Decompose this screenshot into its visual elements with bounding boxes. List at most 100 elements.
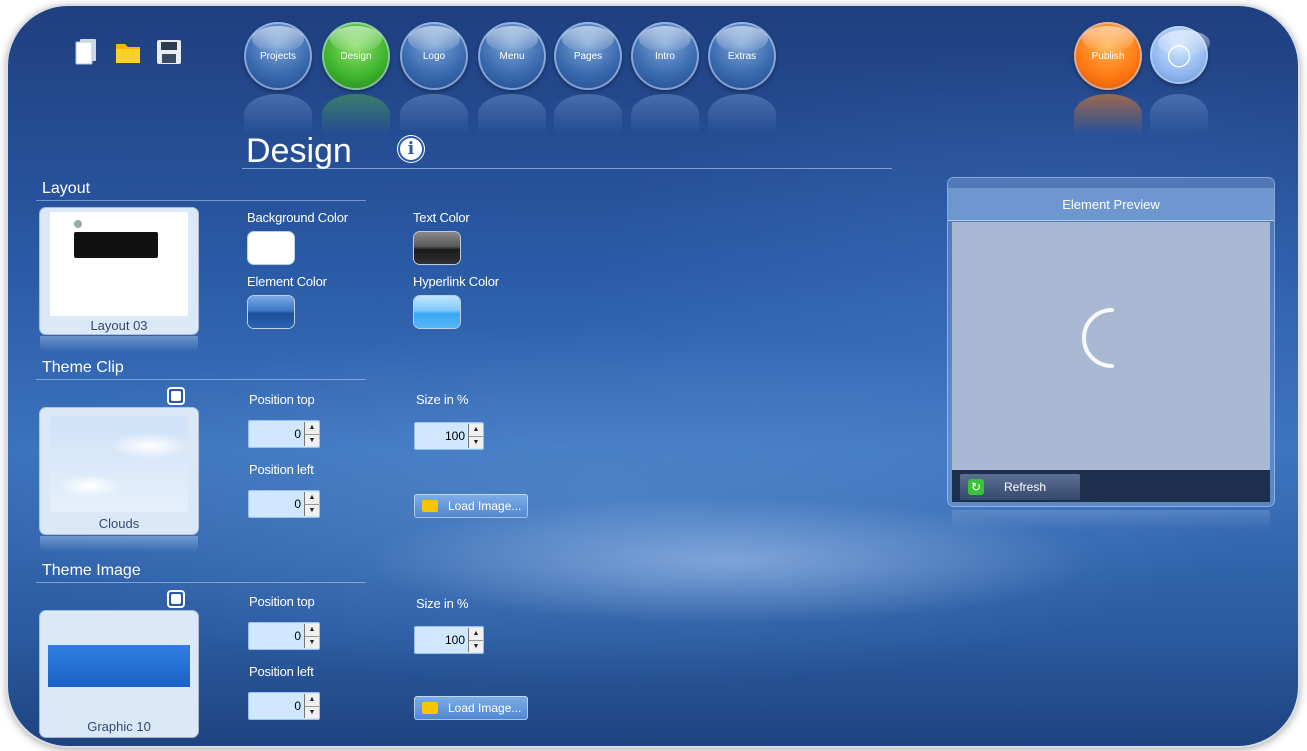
image-size-stepper[interactable]: 100 ▲ ▼ [414,626,484,654]
theme-image-checkbox[interactable] [167,590,185,608]
image-position-top-value: 0 [294,629,301,643]
nav-reflection [400,94,468,134]
nav-reflection [478,94,546,134]
clip-size-stepper[interactable]: 100 ▲ ▼ [414,422,484,450]
up-arrow-icon[interactable]: ▲ [469,628,483,641]
nav-extras-label: Extras [727,50,757,62]
page-title: Design [246,132,352,170]
image-position-top-label: Position top [249,594,315,609]
up-arrow-icon[interactable]: ▲ [305,694,319,707]
nav-projects-label: Projects [259,50,297,62]
loading-spinner-icon [1082,308,1114,368]
down-arrow-icon[interactable]: ▼ [305,707,319,719]
down-arrow-icon[interactable]: ▼ [305,505,319,517]
element-color-label: Element Color [247,274,327,289]
theme-image-section-title: Theme Image [42,562,141,579]
nav-reflection [244,94,312,134]
thumbnail-reflection [40,336,198,352]
refresh-icon: ↻ [968,479,984,495]
hyperlink-color-label: Hyperlink Color [413,274,499,289]
folder-icon [422,702,438,714]
background-color-swatch[interactable] [248,232,294,264]
layout-thumbnail[interactable]: Layout 03 [40,208,198,334]
nav-intro[interactable]: Intro [631,22,699,90]
down-arrow-icon[interactable]: ▼ [469,641,483,653]
up-arrow-icon[interactable]: ▲ [305,422,319,435]
clip-position-top-label: Position top [249,392,315,407]
down-arrow-icon[interactable]: ▼ [469,437,483,449]
nav-pages-label: Pages [573,50,603,62]
lightbulb-reflection [1150,94,1208,134]
info-icon[interactable]: i [398,136,424,162]
section-divider [36,582,366,583]
text-color-swatch[interactable] [414,232,460,264]
nav-reflection [554,94,622,134]
image-position-left-stepper[interactable]: 0 ▲ ▼ [248,692,320,720]
publish-reflection [1074,94,1142,134]
nav-extras[interactable]: Extras [708,22,776,90]
layout-thumbnail-label: Layout 03 [90,318,148,333]
nav-logo[interactable]: Logo [400,22,468,90]
nav-design[interactable]: Design [322,22,390,90]
up-arrow-icon[interactable]: ▲ [305,492,319,505]
theme-clip-thumbnail-label: Clouds [98,516,140,531]
folder-icon [422,500,438,512]
clip-position-left-value: 0 [294,497,301,511]
clip-position-top-value: 0 [294,427,301,441]
clip-position-top-stepper[interactable]: 0 ▲ ▼ [248,420,320,448]
app-window: Projects Design Logo Menu Pages Intro Ex… [8,6,1298,746]
thumbnail-reflection [40,536,198,552]
theme-clip-thumbnail[interactable]: Clouds [40,408,198,534]
refresh-label: Refresh [1004,480,1047,494]
title-divider [242,168,892,169]
new-file-icon[interactable] [74,38,98,66]
theme-image-thumbnail[interactable]: Graphic 10 [40,611,198,737]
nav-projects[interactable]: Projects [244,22,312,90]
element-preview-panel: Element Preview ↻ Refresh [948,178,1274,506]
clouds-image [50,416,188,512]
graphic-image [48,645,190,687]
element-preview-title: Element Preview [948,188,1274,221]
open-folder-icon[interactable] [114,38,140,66]
background-color-label: Background Color [247,210,348,225]
up-arrow-icon[interactable]: ▲ [305,624,319,637]
nav-logo-label: Logo [422,50,446,62]
clip-position-left-stepper[interactable]: 0 ▲ ▼ [248,490,320,518]
nav-design-label: Design [340,50,372,62]
clip-size-value: 100 [444,429,465,443]
down-arrow-icon[interactable]: ▼ [305,435,319,447]
nav-reflection [631,94,699,134]
image-size-value: 100 [444,633,465,647]
clip-load-image-button[interactable]: Load Image... [414,494,528,518]
clip-size-label: Size in % [416,392,469,407]
section-divider [36,379,366,380]
clip-load-image-label: Load Image... [448,499,522,513]
text-color-label: Text Color [413,210,470,225]
theme-clip-checkbox[interactable] [167,387,185,405]
image-size-label: Size in % [416,596,469,611]
layout-thumbnail-image [50,212,188,316]
image-position-top-stepper[interactable]: 0 ▲ ▼ [248,622,320,650]
nav-reflection [708,94,776,134]
down-arrow-icon[interactable]: ▼ [305,637,319,649]
section-divider [36,200,366,201]
nav-menu[interactable]: Menu [478,22,546,90]
element-color-swatch[interactable] [248,296,294,328]
nav-reflection [322,94,390,134]
lightbulb-icon[interactable]: ◯ [1150,26,1210,84]
nav-pages[interactable]: Pages [554,22,622,90]
theme-clip-section-title: Theme Clip [42,359,124,376]
image-load-image-button[interactable]: Load Image... [414,696,528,720]
preview-reflection [952,510,1270,530]
layout-section-title: Layout [42,180,91,197]
publish-button[interactable]: Publish [1074,22,1142,90]
image-position-left-label: Position left [249,664,314,679]
nav-intro-label: Intro [654,50,675,62]
image-load-image-label: Load Image... [448,701,522,715]
refresh-button[interactable]: ↻ Refresh [960,474,1080,500]
up-arrow-icon[interactable]: ▲ [469,424,483,437]
element-preview-area [952,222,1270,470]
hyperlink-color-swatch[interactable] [414,296,460,328]
image-position-left-value: 0 [294,699,301,713]
save-icon[interactable] [156,38,181,66]
